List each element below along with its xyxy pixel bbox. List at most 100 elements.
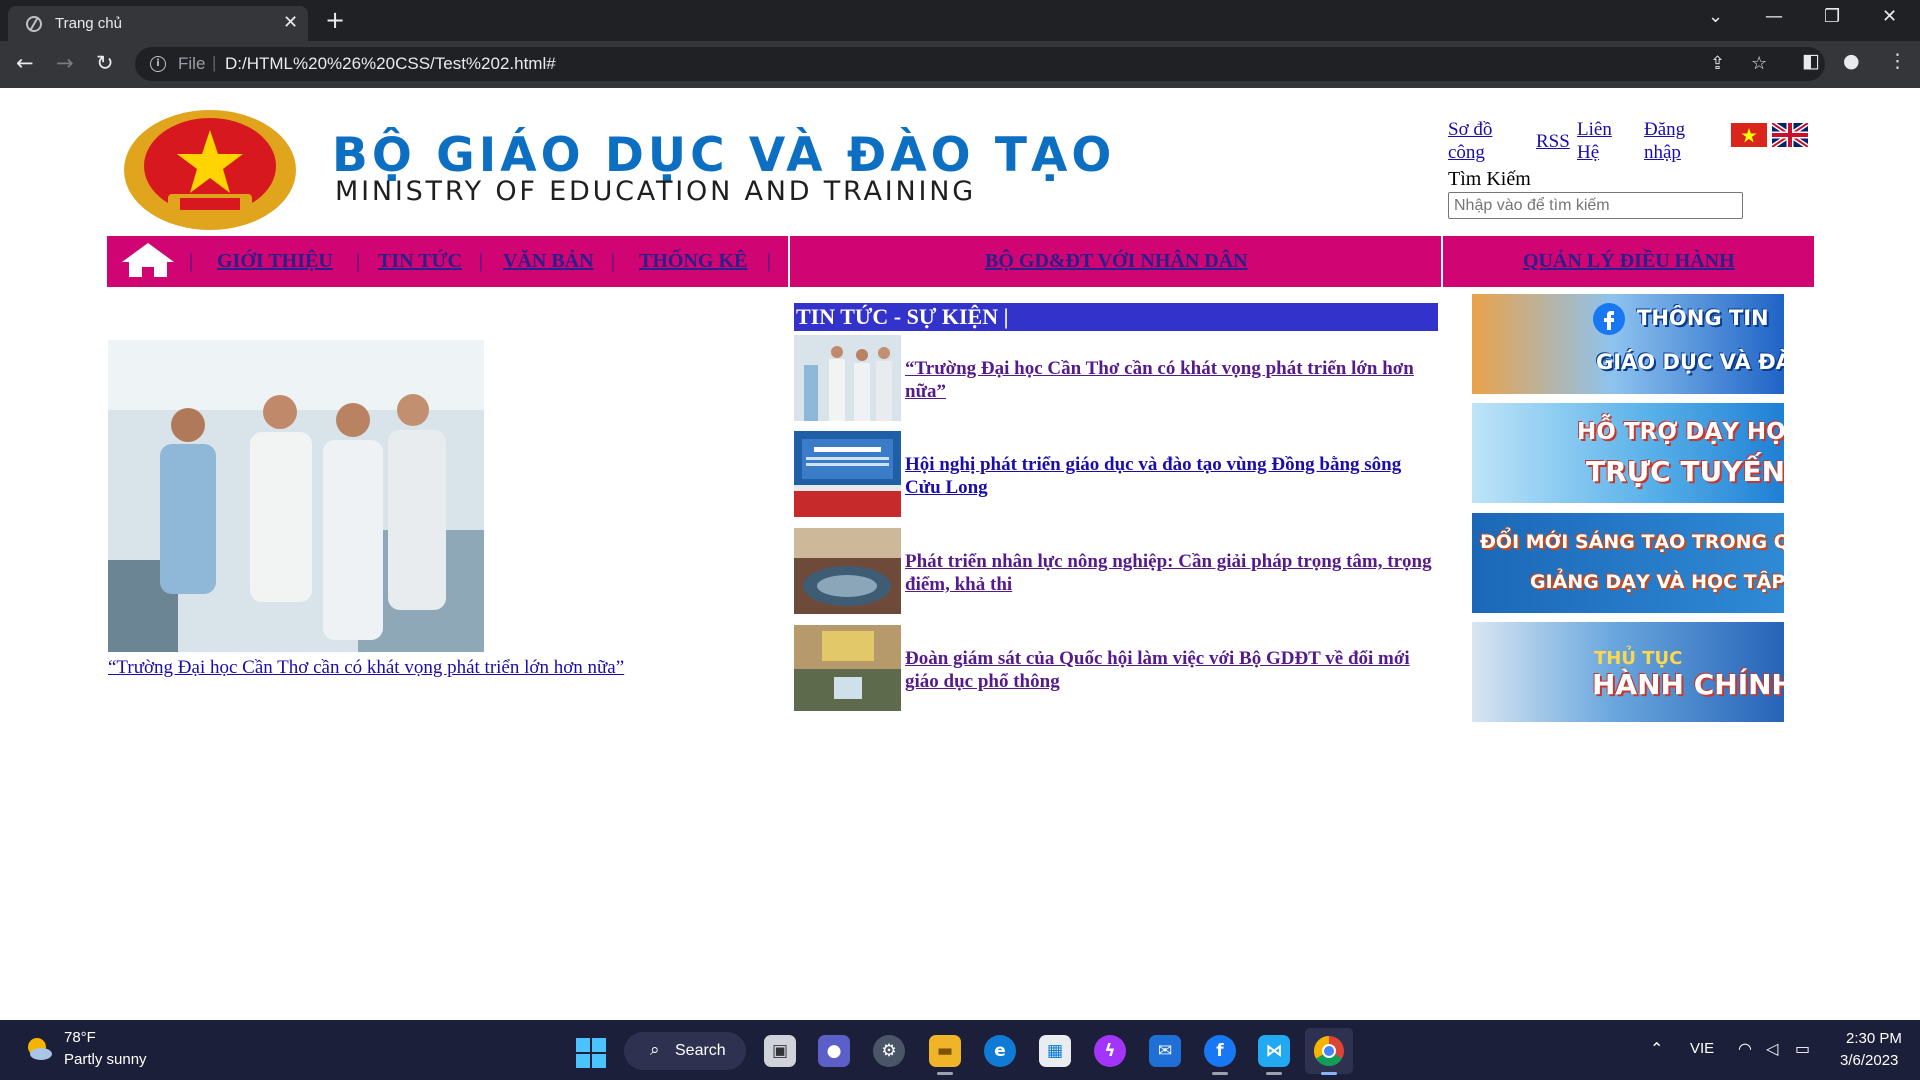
news-item: Hội nghị phát triển giáo dục và đào tạo …: [794, 431, 1438, 517]
info-icon[interactable]: i: [150, 56, 166, 72]
microsoft-store-icon[interactable]: ▦: [1039, 1035, 1071, 1067]
url-separator: |: [212, 53, 217, 72]
browser-tab[interactable]: Trang chủ ✕: [8, 6, 308, 41]
tray-overflow-chevron-icon[interactable]: ⌃: [1650, 1039, 1663, 1058]
teams-icon[interactable]: ●: [818, 1035, 850, 1067]
banner-line: HỖ TRỢ DẠY HỌC: [1577, 419, 1784, 445]
minimize-button[interactable]: —: [1765, 6, 1783, 27]
feature-caption-link[interactable]: “Trường Đại học Cần Thơ cần có khát vọng…: [108, 657, 624, 679]
banner-line: ĐỔI MỚI SÁNG TẠO TRONG QUẢN LÝ,: [1480, 531, 1784, 553]
banner-line: THÔNG TIN: [1637, 306, 1769, 330]
tab-title: Trang chủ: [55, 15, 122, 32]
browser-toolbar: ← → ↻ i File | D:/HTML%20%26%20CSS/Test%…: [0, 41, 1920, 88]
browser-tab-strip: Trang chủ ✕ + ⌄ — ❐ ✕: [0, 0, 1920, 41]
sitemap-link[interactable]: Sơ đồ công: [1448, 118, 1508, 164]
search-input[interactable]: [1448, 192, 1743, 219]
banner-line: THỦ TỤC: [1594, 648, 1683, 669]
globe-icon: [26, 16, 42, 32]
partly-sunny-icon[interactable]: [25, 1035, 53, 1063]
reload-button[interactable]: ↻: [96, 51, 114, 75]
banner-thong-tin-giao-duc[interactable]: THÔNG TIN GIÁO DỤC VÀ ĐÀO TẠO: [1472, 294, 1784, 394]
file-explorer-icon[interactable]: ▬: [929, 1035, 961, 1067]
share-icon[interactable]: ⇪: [1710, 53, 1725, 74]
menu-divider: [1441, 236, 1443, 287]
web-page: BỘ GIÁO DỤC VÀ ĐÀO TẠO MINISTRY OF EDUCA…: [0, 88, 1920, 1020]
profile-icon[interactable]: ●: [1843, 50, 1860, 72]
news-link[interactable]: “Trường Đại học Cần Thơ cần có khát vọng…: [905, 357, 1435, 403]
weather-temperature[interactable]: 78°F: [64, 1029, 96, 1046]
menu-item-quan-ly-dieu-hanh[interactable]: QUẢN LÝ ĐIỀU HÀNH: [1523, 250, 1735, 273]
news-thumbnail[interactable]: [794, 335, 901, 421]
feature-photo[interactable]: [108, 340, 484, 652]
input-language[interactable]: VIE: [1690, 1040, 1714, 1057]
windows-taskbar: 78°F Partly sunny ⌕ Search ▣ ● ⚙ ▬ e ▦ ϟ…: [0, 1020, 1920, 1080]
search-label: Tìm Kiếm: [1448, 168, 1531, 190]
address-bar[interactable]: i File | D:/HTML%20%26%20CSS/Test%202.ht…: [135, 47, 1825, 81]
settings-gear-icon[interactable]: ⚙: [873, 1035, 905, 1067]
banner-thu-tuc-hanh-chinh[interactable]: THỦ TỤC HÀNH CHÍNH: [1472, 622, 1784, 722]
news-thumbnail[interactable]: [794, 431, 901, 517]
battery-icon[interactable]: ▭: [1795, 1039, 1810, 1058]
contact-link[interactable]: Liên Hệ: [1577, 118, 1619, 164]
national-emblem-logo: [124, 110, 296, 230]
menu-divider: [788, 236, 790, 287]
facebook-icon: [1593, 303, 1625, 335]
news-link[interactable]: Hội nghị phát triển giáo dục và đào tạo …: [905, 453, 1435, 499]
weather-description[interactable]: Partly sunny: [64, 1051, 147, 1068]
news-item: Phát triển nhân lực nông nghiệp: Cần giả…: [794, 528, 1438, 614]
vietnam-flag-icon[interactable]: [1731, 123, 1767, 147]
uk-flag-icon[interactable]: [1772, 123, 1808, 147]
login-link[interactable]: Đăng nhập: [1644, 118, 1694, 164]
ministry-subtitle: MINISTRY OF EDUCATION AND TRAINING: [335, 176, 976, 207]
new-tab-button[interactable]: +: [325, 6, 345, 34]
edge-icon[interactable]: e: [984, 1035, 1016, 1067]
news-section-heading: TIN TỨC - SỰ KIỆN |: [794, 303, 1438, 331]
banner-doi-moi-sang-tao[interactable]: ĐỔI MỚI SÁNG TẠO TRONG QUẢN LÝ, GIẢNG DẠ…: [1472, 513, 1784, 613]
mail-icon[interactable]: ✉: [1149, 1035, 1181, 1067]
taskbar-search-label: Search: [675, 1042, 726, 1059]
ministry-title: BỘ GIÁO DỤC VÀ ĐÀO TẠO: [332, 128, 1116, 183]
taskbar-search-button[interactable]: ⌕ Search: [624, 1032, 746, 1070]
restore-button[interactable]: ❐: [1824, 6, 1840, 27]
menu-kebab-icon[interactable]: ⋮: [1888, 50, 1907, 72]
banner-line: GIẢNG DẠY VÀ HỌC TẬP: [1530, 571, 1784, 593]
side-panel-icon[interactable]: ◧: [1802, 50, 1820, 72]
close-window-button[interactable]: ✕: [1882, 6, 1897, 27]
forward-button[interactable]: →: [56, 51, 74, 75]
task-view-icon[interactable]: ▣: [764, 1035, 796, 1067]
volume-icon[interactable]: ◁: [1766, 1039, 1778, 1058]
news-link[interactable]: Đoàn giám sát của Quốc hội làm việc với …: [905, 647, 1435, 693]
messenger-icon[interactable]: ϟ: [1094, 1035, 1126, 1067]
clock-time[interactable]: 2:30 PM: [1846, 1030, 1902, 1047]
banner-ho-tro-day-hoc[interactable]: HỖ TRỢ DẠY HỌC TRỰC TUYẾN: [1472, 403, 1784, 503]
rss-link[interactable]: RSS: [1536, 130, 1570, 153]
menu-item-bo-gddt-voi-nhan-dan[interactable]: BỘ GD&ĐT VỚI NHÂN DÂN: [985, 250, 1248, 273]
windows-start-icon[interactable]: [576, 1038, 606, 1068]
bookmark-star-icon[interactable]: ☆: [1751, 53, 1767, 74]
wifi-icon[interactable]: ◠: [1738, 1039, 1752, 1058]
home-icon[interactable]: [120, 240, 176, 280]
facebook-app-icon[interactable]: f: [1204, 1035, 1236, 1067]
news-item: Đoàn giám sát của Quốc hội làm việc với …: [794, 625, 1438, 711]
banner-line: HÀNH CHÍNH: [1592, 668, 1784, 701]
news-item: “Trường Đại học Cần Thơ cần có khát vọng…: [794, 335, 1438, 421]
menu-item-gioi-thieu[interactable]: GIỚI THIỆU: [217, 250, 333, 273]
search-icon: ⌕: [650, 1040, 660, 1060]
banner-line: GIÁO DỤC VÀ ĐÀO TẠO: [1596, 350, 1784, 374]
chrome-icon[interactable]: [1313, 1035, 1345, 1067]
news-thumbnail[interactable]: [794, 528, 901, 614]
back-button[interactable]: ←: [16, 51, 34, 75]
vscode-icon[interactable]: ⋈: [1258, 1035, 1290, 1067]
news-link[interactable]: Phát triển nhân lực nông nghiệp: Cần giả…: [905, 550, 1435, 596]
menu-item-thong-ke[interactable]: THỐNG KÊ: [639, 250, 747, 273]
url-text[interactable]: D:/HTML%20%26%20CSS/Test%202.html#: [225, 54, 556, 74]
url-scheme-label: File: [178, 54, 206, 73]
main-menu-bar: | GIỚI THIỆU | TIN TỨC | VĂN BẢN | THỐNG…: [107, 236, 1814, 287]
news-thumbnail[interactable]: [794, 625, 901, 711]
banner-line: TRỰC TUYẾN: [1586, 455, 1784, 488]
tab-search-chevron-icon[interactable]: ⌄: [1708, 6, 1723, 27]
tab-close-icon[interactable]: ✕: [283, 12, 298, 33]
menu-item-tin-tuc[interactable]: TIN TỨC: [378, 250, 462, 273]
menu-item-van-ban[interactable]: VĂN BẢN: [503, 250, 594, 273]
clock-date[interactable]: 3/6/2023: [1840, 1052, 1898, 1069]
